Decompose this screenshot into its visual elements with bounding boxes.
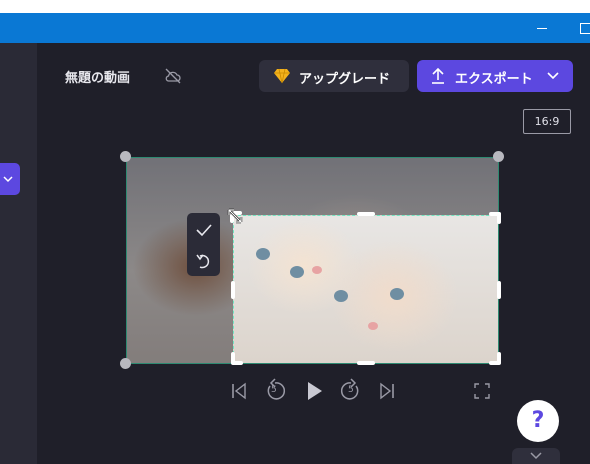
project-title[interactable]: 無題の動画 xyxy=(65,67,130,86)
export-button[interactable]: エクスポート xyxy=(417,60,573,92)
window-titlebar xyxy=(0,13,590,43)
forward-5-button[interactable]: 5 xyxy=(340,378,362,404)
fullscreen-icon[interactable] xyxy=(474,378,490,404)
confirm-crop-button[interactable] xyxy=(187,215,220,245)
chevron-down-icon xyxy=(530,452,542,460)
crop-tools-panel xyxy=(187,213,220,276)
crop-handle-bottom[interactable] xyxy=(357,361,375,365)
resize-diagonal-icon xyxy=(227,208,243,224)
window-top-strip xyxy=(0,0,590,13)
chevron-down-icon xyxy=(3,176,13,183)
export-label: エクスポート xyxy=(455,72,533,87)
crop-handle-left[interactable] xyxy=(231,281,235,299)
sidebar-collapse-button[interactable] xyxy=(0,163,20,195)
upload-icon xyxy=(432,67,444,84)
help-icon: ? xyxy=(531,408,545,433)
rewind-seconds: 5 xyxy=(271,385,277,395)
reset-crop-button[interactable] xyxy=(187,246,220,276)
forward-seconds: 5 xyxy=(348,385,354,395)
crop-handle-top-right[interactable] xyxy=(497,212,501,224)
play-icon[interactable] xyxy=(304,378,324,404)
expand-timeline-button[interactable] xyxy=(512,448,560,464)
editor-header: 無題の動画 アップグレード エクスポート xyxy=(37,43,590,107)
crop-handle-right[interactable] xyxy=(497,281,501,299)
help-button[interactable]: ? xyxy=(517,400,559,442)
crop-handle-bottom-right[interactable] xyxy=(489,361,501,365)
crop-handle-bottom-left[interactable] xyxy=(231,361,243,365)
crop-handle-top[interactable] xyxy=(357,212,375,216)
cloud-off-icon[interactable] xyxy=(164,67,182,85)
minimize-button[interactable] xyxy=(528,13,558,43)
upgrade-label: アップグレード xyxy=(299,72,391,87)
skip-back-icon[interactable] xyxy=(230,378,248,404)
resize-handle-top-right[interactable] xyxy=(493,151,504,162)
resize-handle-bottom-left[interactable] xyxy=(120,358,131,369)
aspect-ratio-button[interactable]: 16:9 xyxy=(523,109,571,134)
video-frame-border xyxy=(126,157,499,364)
check-icon xyxy=(196,224,212,237)
undo-icon xyxy=(196,254,210,269)
maximize-button[interactable] xyxy=(570,13,590,43)
chevron-down-icon xyxy=(547,72,559,80)
rewind-5-button[interactable]: 5 xyxy=(264,378,286,404)
skip-forward-icon[interactable] xyxy=(378,378,396,404)
upgrade-button[interactable]: アップグレード xyxy=(259,60,409,92)
resize-handle-top-left[interactable] xyxy=(120,151,131,162)
playback-controls: 5 5 xyxy=(0,378,590,404)
gem-icon xyxy=(274,68,290,84)
